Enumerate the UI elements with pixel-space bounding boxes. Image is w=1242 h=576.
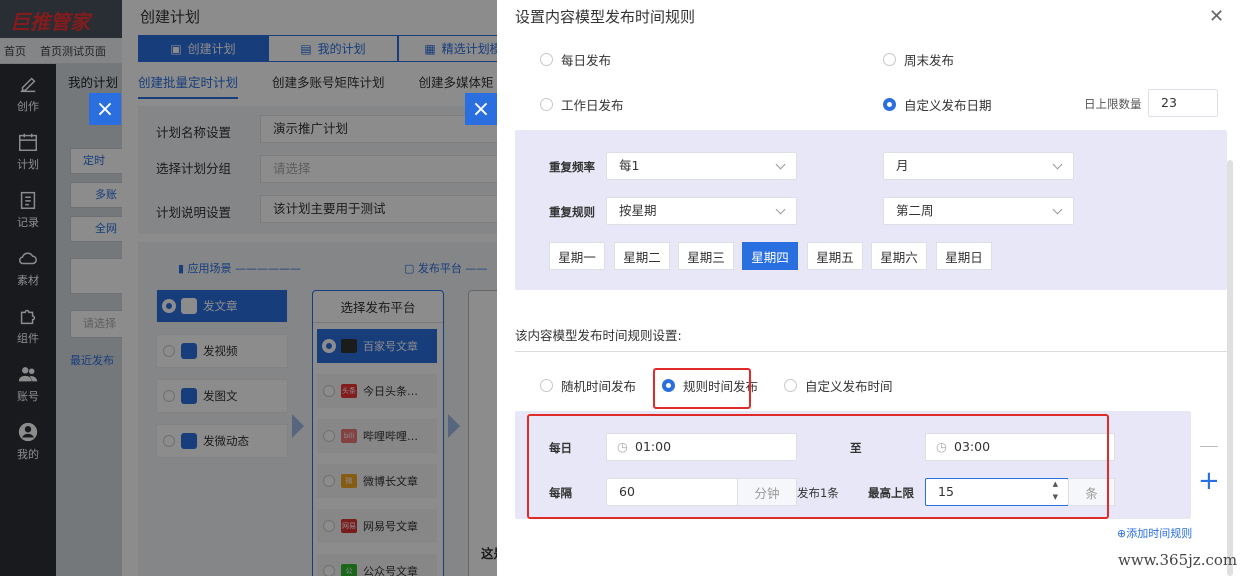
daily-limit-label: 日上限数量 — [1084, 97, 1142, 111]
radio — [540, 98, 553, 111]
add-time-rule-link[interactable]: ⊕添加时间规则 — [1117, 525, 1192, 541]
time-rule-label: 该内容模型发布时间规则设置: — [515, 328, 682, 343]
scrollbar[interactable] — [1227, 160, 1233, 576]
remove-rule-icon[interactable] — [1200, 446, 1218, 447]
radio — [883, 53, 896, 66]
repeat-week-select[interactable]: 第二周 — [883, 197, 1074, 225]
weekday-sat[interactable]: 星期六 — [871, 242, 927, 270]
time-rule-panel: 设置内容模型发布时间规则 ✕ 每日发布 周末发布 工作日发布 自定义发布日期 日… — [497, 0, 1242, 576]
radio — [784, 379, 797, 392]
divider — [515, 351, 1227, 352]
highlight-box — [653, 368, 751, 409]
radio — [540, 379, 553, 392]
option-label: 自定义发布日期 — [904, 98, 992, 113]
add-rule-icon[interactable]: + — [1198, 468, 1220, 494]
close-icon[interactable]: × — [89, 93, 121, 125]
repeat-rule-select[interactable]: 按星期 — [606, 197, 797, 225]
option-label: 每日发布 — [561, 53, 612, 68]
option-random-time[interactable]: 随机时间发布 — [540, 376, 636, 395]
close-icon[interactable]: ✕ — [1209, 6, 1224, 27]
weekday-fri[interactable]: 星期五 — [807, 242, 863, 270]
weekday-thu[interactable]: 星期四 — [742, 242, 798, 270]
option-weekday[interactable]: 工作日发布 — [540, 95, 624, 114]
weekday-mon[interactable]: 星期一 — [549, 242, 605, 270]
option-label: 随机时间发布 — [561, 379, 637, 394]
weekday-sun[interactable]: 星期日 — [936, 242, 992, 270]
option-custom-date[interactable]: 自定义发布日期 — [883, 95, 992, 114]
option-daily[interactable]: 每日发布 — [540, 50, 611, 69]
repeat-freq-select[interactable]: 每1 — [606, 152, 797, 180]
panel-title: 设置内容模型发布时间规则 — [515, 8, 696, 26]
repeat-rule-label: 重复规则 — [549, 205, 595, 219]
daily-limit-input[interactable]: 23 — [1148, 89, 1218, 117]
radio — [883, 98, 896, 111]
close-icon[interactable]: × — [465, 93, 497, 125]
option-label: 周末发布 — [904, 53, 955, 68]
highlight-box — [527, 414, 1109, 519]
option-custom-time[interactable]: 自定义发布时间 — [784, 376, 893, 395]
option-label: 工作日发布 — [561, 98, 624, 113]
weekday-tue[interactable]: 星期二 — [614, 242, 670, 270]
repeat-freq-label: 重复频率 — [549, 160, 595, 174]
radio — [540, 53, 553, 66]
option-label: 自定义发布时间 — [805, 379, 893, 394]
option-weekend[interactable]: 周末发布 — [883, 50, 954, 69]
weekday-wed[interactable]: 星期三 — [678, 242, 734, 270]
watermark: www.365jz.com — [1118, 551, 1238, 569]
repeat-unit-select[interactable]: 月 — [883, 152, 1074, 180]
repeat-settings: 重复频率 每1 月 重复规则 按星期 第二周 星期一 星期二 星期三 星期四 星… — [515, 130, 1227, 290]
